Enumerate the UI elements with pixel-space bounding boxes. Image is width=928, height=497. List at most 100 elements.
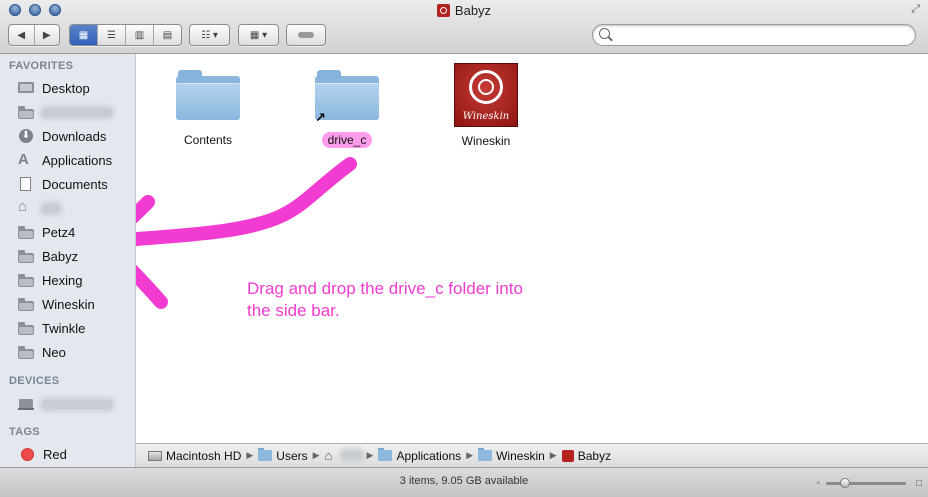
sidebar-item-label: Twinkle <box>42 320 86 336</box>
hard-drive-icon <box>148 450 162 461</box>
home-icon: ⌂ <box>324 447 333 463</box>
folder-icon <box>18 345 34 359</box>
redacted-label <box>42 203 60 213</box>
back-forward-control: ◀ ▶ <box>8 24 60 46</box>
sidebar-item-documents[interactable]: Documents <box>18 174 135 194</box>
view-mode-control: ▦ ☰ ▥ ▤ <box>69 24 182 46</box>
sidebar-item-label: Hexing <box>42 272 83 288</box>
folder-icon <box>18 105 34 119</box>
sidebar-header-devices: DEVICES <box>9 375 60 387</box>
documents-icon <box>18 177 34 191</box>
applications-icon: A <box>18 151 29 168</box>
sidebar-item-tag-red[interactable]: Red <box>18 444 135 464</box>
sidebar-item-hexing[interactable]: Hexing <box>18 270 135 290</box>
file-label: Wineskin <box>461 134 511 148</box>
instruction-annotation: Drag and drop the drive_c folder into th… <box>247 278 627 322</box>
sidebar-item-label: Neo <box>42 344 66 360</box>
sidebar-header-tags: TAGS <box>9 426 40 438</box>
redacted-label <box>42 107 112 117</box>
back-button[interactable]: ◀ <box>9 25 35 45</box>
instruction-line-2: the side bar. <box>247 301 340 320</box>
forward-button[interactable]: ▶ <box>35 25 60 45</box>
path-item-home[interactable]: ⌂ <box>324 447 362 463</box>
window-title: Babyz <box>0 3 928 18</box>
folder-icon <box>18 297 34 311</box>
wineskin-app-icon: Wineskin <box>454 63 518 127</box>
tag-icon <box>287 25 325 45</box>
search-input[interactable] <box>613 26 907 44</box>
window-title-text: Babyz <box>454 3 492 18</box>
icon-view-button[interactable]: ▦ <box>70 25 98 45</box>
laptop-icon <box>18 397 34 411</box>
list-view-button[interactable]: ☰ <box>98 25 126 45</box>
status-text: 3 items, 9.05 GB available <box>399 475 529 487</box>
path-separator-icon: ▶ <box>466 450 474 460</box>
action-button[interactable]: ▦ ▾ <box>238 24 279 46</box>
folder-icon <box>378 448 393 461</box>
slider-knob[interactable] <box>840 478 850 488</box>
wineskin-app-icon <box>436 4 450 17</box>
column-view-button[interactable]: ▥ <box>126 25 154 45</box>
folder-icon <box>478 448 493 461</box>
path-separator-icon: ▶ <box>246 450 254 460</box>
sidebar-item-babyz[interactable]: Babyz <box>18 246 135 266</box>
sidebar-item-computer[interactable] <box>18 394 135 414</box>
sidebar-item-label: Red <box>43 446 67 462</box>
instruction-line-1: Drag and drop the drive_c folder into <box>247 279 523 298</box>
redacted-label <box>42 399 112 409</box>
titlebar: Babyz ⤢ ◀ ▶ ▦ ☰ ▥ ▤ ☷ ▾ ▦ ▾ <box>0 0 928 54</box>
path-item-babyz[interactable]: Babyz <box>561 449 611 463</box>
path-item-users[interactable]: Users <box>258 448 308 463</box>
desktop-icon <box>18 81 34 95</box>
path-separator-icon: ▶ <box>312 450 320 460</box>
file-item-wineskin[interactable]: Wineskin Wineskin <box>431 63 541 149</box>
fullscreen-icon[interactable]: ⤢ <box>911 3 920 16</box>
path-bar: Macintosh HD ▶ Users ▶ ⌂ ▶ Applications … <box>136 443 928 467</box>
path-item-macintosh-hd[interactable]: Macintosh HD <box>148 449 241 463</box>
sidebar-item-petz4[interactable]: Petz4 <box>18 222 135 242</box>
folder-icon <box>18 273 34 287</box>
downloads-icon: ⬇ <box>18 129 34 143</box>
search-icon <box>599 28 610 39</box>
coverflow-view-button[interactable]: ▤ <box>154 25 181 45</box>
sidebar-item-desktop[interactable]: Desktop <box>18 78 135 98</box>
finder-window: Babyz ⤢ ◀ ▶ ▦ ☰ ▥ ▤ ☷ ▾ ▦ ▾ FAVORITES De… <box>0 0 928 497</box>
file-browser: Contents ↗ drive_c Wineskin Wineskin Dra… <box>136 54 928 443</box>
sidebar-item-downloads[interactable]: ⬇ Downloads <box>18 126 135 146</box>
folder-icon <box>18 321 34 335</box>
folder-icon <box>18 225 34 239</box>
sidebar-item-label: Babyz <box>42 248 79 264</box>
folder-icon <box>258 448 273 461</box>
sidebar-item-twinkle[interactable]: Twinkle <box>18 318 135 338</box>
tag-button[interactable] <box>286 24 326 46</box>
folder-icon <box>18 249 34 263</box>
sidebar-header-favorites: FAVORITES <box>9 60 74 72</box>
sidebar-item-label: Desktop <box>42 80 90 96</box>
action-gear-icon: ▦ ▾ <box>249 29 268 41</box>
path-item-applications[interactable]: Applications <box>378 448 461 463</box>
sidebar-item-home[interactable]: ⌂ <box>18 198 135 218</box>
wineskin-app-icon <box>561 449 574 462</box>
red-tag-icon <box>21 447 34 461</box>
arrange-button[interactable]: ☷ ▾ <box>189 24 230 46</box>
home-icon: ⌂ <box>18 198 28 215</box>
path-item-wineskin[interactable]: Wineskin <box>478 448 545 463</box>
status-bar: 3 items, 9.05 GB available ▫ □ <box>0 467 928 497</box>
sidebar-item-user-folder[interactable] <box>18 102 135 122</box>
sidebar: FAVORITES Desktop ⬇ Downloads A Applicat… <box>0 54 136 497</box>
sidebar-item-label: Petz4 <box>42 224 76 240</box>
redacted-label <box>341 451 362 460</box>
sidebar-item-label: Wineskin <box>42 296 95 312</box>
arrange-icon: ☷ ▾ <box>201 29 218 41</box>
path-separator-icon: ▶ <box>549 450 557 460</box>
zoom-small-icon: ▫ <box>816 478 820 489</box>
sidebar-item-label: Applications <box>42 152 113 168</box>
sidebar-item-neo[interactable]: Neo <box>18 342 135 362</box>
sidebar-item-wineskin[interactable]: Wineskin <box>18 294 135 314</box>
search-field[interactable] <box>592 24 916 46</box>
sidebar-item-applications[interactable]: A Applications <box>18 150 135 170</box>
zoom-large-icon: □ <box>915 478 922 489</box>
sidebar-item-label: Documents <box>42 176 108 192</box>
path-separator-icon: ▶ <box>366 450 374 460</box>
icon-size-slider[interactable] <box>826 478 906 488</box>
